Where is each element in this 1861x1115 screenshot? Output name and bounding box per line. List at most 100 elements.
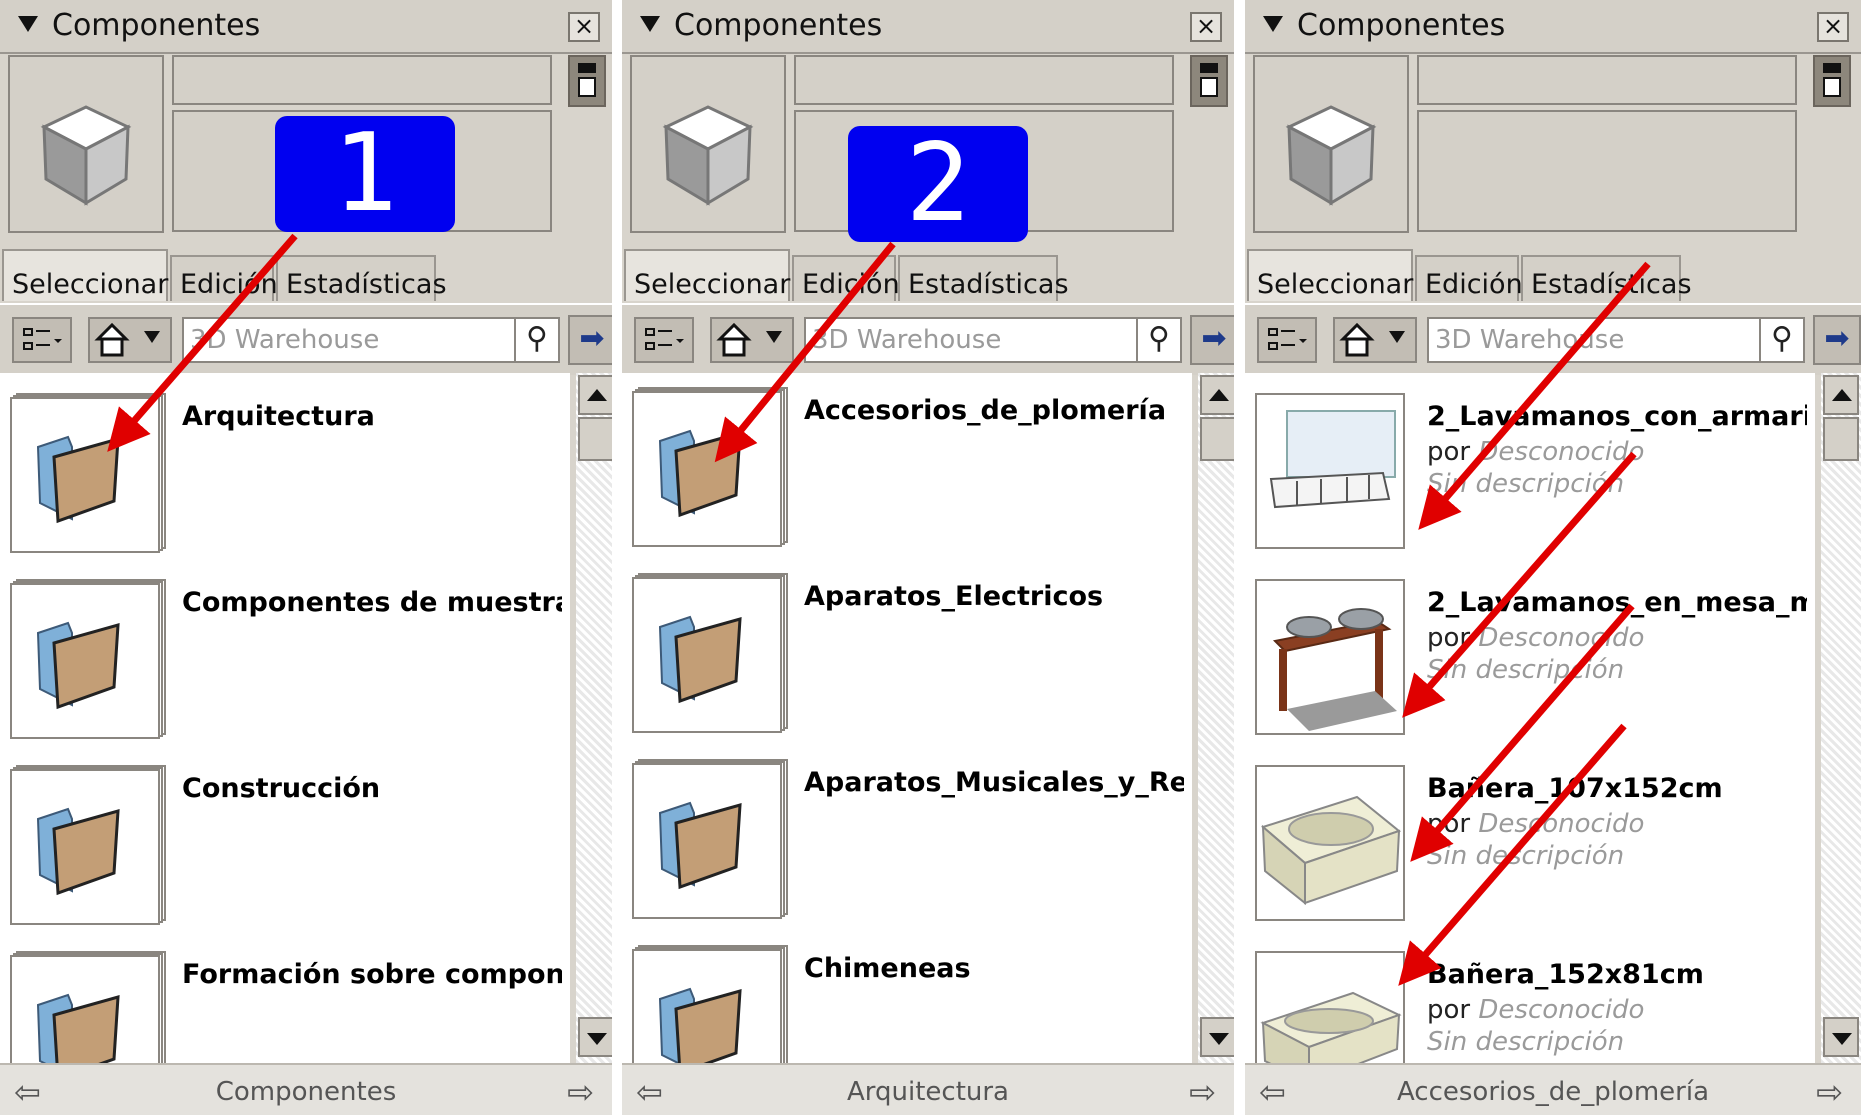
item-name: Aparatos_Electricos — [804, 581, 1104, 612]
list-item[interactable]: Formación sobre compone… — [0, 931, 570, 1063]
list-item[interactable]: 2_Lavamanos_en_mesa_m… por Desconocido S… — [1245, 559, 1815, 744]
list-item[interactable]: Aparatos_Musicales_y_Rec… — [622, 739, 1192, 924]
item-description: Sin descripción — [1427, 1027, 1625, 1057]
list-item[interactable]: Arquitectura — [0, 373, 570, 558]
component-thumbnail — [1255, 393, 1413, 553]
components-panel-3: Componentes × Seleccionar Edición Estadí… — [1245, 0, 1861, 1115]
item-author: por Desconocido — [1427, 623, 1645, 653]
close-button[interactable]: × — [568, 12, 600, 42]
search-button[interactable]: ⚲ — [514, 317, 560, 363]
component-name-field[interactable] — [1417, 55, 1797, 105]
list-item[interactable]: Construcción — [0, 745, 570, 930]
panel-titlebar[interactable]: Componentes × — [622, 0, 1234, 54]
scroll-up-button[interactable] — [578, 375, 612, 415]
folder-icon — [658, 987, 742, 1063]
collapse-triangle-icon[interactable] — [640, 16, 660, 32]
close-button[interactable]: × — [1817, 12, 1849, 42]
tab-seleccionar[interactable]: Seleccionar — [624, 249, 790, 301]
forward-arrow-icon[interactable]: ⇨ — [1189, 1073, 1216, 1111]
folder-thumbnail — [10, 951, 168, 1063]
component-list: Arquitectura Componentes de muestra Cons… — [0, 373, 570, 1063]
tab-seleccionar[interactable]: Seleccionar — [2, 249, 168, 301]
view-options-button[interactable] — [634, 317, 694, 363]
item-description: Sin descripción — [1427, 469, 1625, 499]
panel-tabs: Seleccionar Edición Estadísticas — [622, 249, 1234, 303]
list-scrollbar[interactable] — [1198, 373, 1234, 1063]
search-input[interactable]: 3D Warehouse — [182, 317, 516, 363]
component-name-field[interactable] — [794, 55, 1174, 105]
forward-arrow-icon[interactable]: ⇨ — [1816, 1073, 1843, 1111]
current-collection-label: Accesorios_de_plomería — [1396, 1077, 1710, 1107]
folder-icon — [36, 621, 120, 710]
component-name-field[interactable] — [172, 55, 552, 105]
item-name: Formación sobre compone… — [182, 959, 562, 990]
component-description-field[interactable] — [1417, 110, 1797, 232]
close-button[interactable]: × — [1190, 12, 1222, 42]
tab-estadisticas[interactable]: Estadísticas — [1521, 255, 1692, 301]
home-button[interactable] — [88, 317, 172, 363]
toolbar: 3D Warehouse ⚲ ➡ — [1245, 303, 1861, 375]
list-view-icon — [645, 328, 684, 350]
scroll-up-button[interactable] — [1823, 375, 1859, 415]
details-button[interactable] — [1190, 55, 1228, 107]
component-thumbnail — [1255, 765, 1413, 925]
home-button[interactable] — [1333, 317, 1417, 363]
tab-seleccionar[interactable]: Seleccionar — [1247, 249, 1413, 301]
go-button[interactable]: ➡ — [1190, 315, 1234, 365]
list-item[interactable]: Aparatos_Electricos — [622, 553, 1192, 738]
tab-estadisticas[interactable]: Estadísticas — [898, 255, 1069, 301]
list-item[interactable]: Componentes de muestra — [0, 559, 570, 744]
tab-edicion[interactable]: Edición — [170, 255, 278, 301]
tab-estadisticas[interactable]: Estadísticas — [276, 255, 447, 301]
item-author: por Desconocido — [1427, 809, 1645, 839]
scroll-up-button[interactable] — [1200, 375, 1234, 415]
view-options-button[interactable] — [12, 317, 72, 363]
search-input[interactable]: 3D Warehouse — [1427, 317, 1761, 363]
components-panel-1: Componentes × Seleccionar Edición Estadí… — [0, 0, 616, 1115]
scroll-down-button[interactable] — [1200, 1017, 1234, 1057]
component-list: 2_Lavamanos_con_armario… por Desconocido… — [1245, 373, 1815, 1063]
search-button[interactable]: ⚲ — [1759, 317, 1805, 363]
forward-arrow-icon[interactable]: ⇨ — [567, 1073, 594, 1111]
scroll-down-button[interactable] — [1823, 1017, 1859, 1057]
scroll-down-button[interactable] — [578, 1017, 612, 1057]
go-button[interactable]: ➡ — [568, 315, 612, 365]
scroll-thumb[interactable] — [1823, 417, 1859, 461]
scroll-thumb[interactable] — [1200, 417, 1234, 461]
search-input[interactable]: 3D Warehouse — [804, 317, 1138, 363]
sink-cabinet-icon — [1269, 410, 1396, 509]
navigation-footer: ⇦ Componentes ⇨ — [0, 1063, 612, 1115]
list-view-icon — [23, 328, 62, 350]
tab-edicion[interactable]: Edición — [792, 255, 900, 301]
collapse-triangle-icon[interactable] — [18, 16, 38, 32]
list-item[interactable]: Bañera_152x81cm por Desconocido Sin desc… — [1245, 931, 1815, 1063]
list-scrollbar[interactable] — [1821, 373, 1861, 1063]
panel-titlebar[interactable]: Componentes × — [0, 0, 612, 54]
item-name: Arquitectura — [182, 401, 375, 432]
collapse-triangle-icon[interactable] — [1263, 16, 1283, 32]
toolbar: 3D Warehouse ⚲ ➡ — [0, 303, 612, 375]
folder-icon — [36, 993, 120, 1063]
tab-edicion[interactable]: Edición — [1415, 255, 1523, 301]
list-item[interactable]: Chimeneas — [622, 925, 1192, 1063]
panel-titlebar[interactable]: Componentes × — [1245, 0, 1861, 54]
component-list: Accesorios_de_plomería Aparatos_Electric… — [622, 373, 1192, 1063]
folder-thumbnail — [632, 387, 790, 547]
scroll-thumb[interactable] — [578, 417, 612, 461]
go-button[interactable]: ➡ — [1813, 315, 1861, 365]
home-button[interactable] — [710, 317, 794, 363]
details-button[interactable] — [1813, 55, 1851, 107]
search-icon: ⚲ — [526, 321, 548, 356]
search-button[interactable]: ⚲ — [1136, 317, 1182, 363]
component-preview — [630, 55, 786, 233]
list-item[interactable]: 2_Lavamanos_con_armario… por Desconocido… — [1245, 373, 1815, 558]
list-item[interactable]: Bañera_107x152cm por Desconocido Sin des… — [1245, 745, 1815, 930]
folder-thumbnail — [10, 579, 168, 739]
search-icon: ⚲ — [1771, 321, 1793, 356]
list-scrollbar[interactable] — [576, 373, 612, 1063]
view-options-button[interactable] — [1257, 317, 1317, 363]
bathtub-icon — [1260, 991, 1402, 1063]
home-icon — [716, 322, 782, 357]
list-item[interactable]: Accesorios_de_plomería — [622, 373, 1192, 552]
details-button[interactable] — [568, 55, 606, 107]
